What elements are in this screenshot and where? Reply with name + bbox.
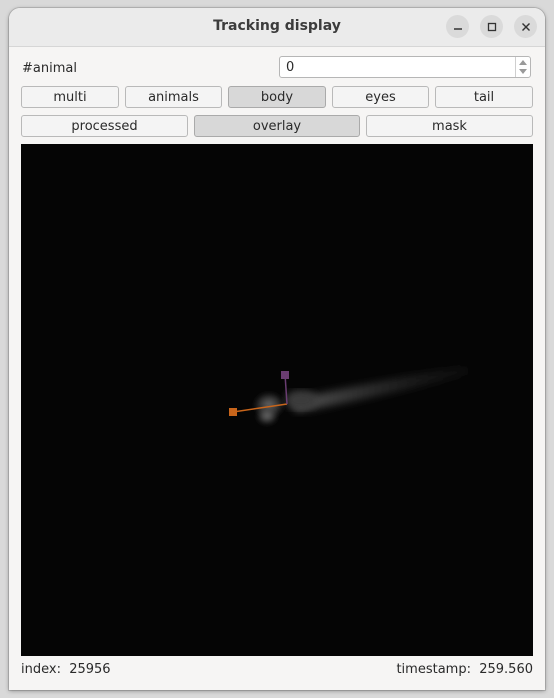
index-label: index: (21, 662, 61, 677)
tracking-overlay-canvas (229, 366, 469, 426)
animals-button[interactable]: animals (125, 86, 222, 108)
minimize-button[interactable] (446, 15, 469, 38)
overlay-button[interactable]: overlay (194, 115, 360, 137)
processed-button[interactable]: processed (21, 115, 188, 137)
minimize-icon (453, 27, 462, 30)
title-bar[interactable]: Tracking display (9, 8, 545, 47)
maximize-icon (487, 22, 496, 31)
animal-spinbox-value[interactable]: 0 (286, 60, 294, 75)
eyes-button[interactable]: eyes (332, 86, 429, 108)
tracking-image-display[interactable] (21, 144, 533, 656)
index-readout: index: 25956 (21, 662, 111, 677)
timestamp-readout: timestamp: 259.560 (396, 662, 533, 677)
maximize-button[interactable] (480, 15, 503, 38)
timestamp-label: timestamp: (396, 662, 471, 677)
close-icon (521, 22, 530, 31)
body-button[interactable]: body (228, 86, 326, 108)
animal-label: #animal (22, 61, 77, 76)
timestamp-value: 259.560 (479, 662, 533, 677)
spin-down-icon[interactable] (519, 69, 527, 74)
spinbox-arrows[interactable] (515, 57, 530, 77)
tail-button[interactable]: tail (435, 86, 533, 108)
multi-button[interactable]: multi (21, 86, 119, 108)
tracking-display-window: Tracking display #animal 0 multi animals… (9, 8, 545, 690)
animal-spinbox[interactable]: 0 (279, 56, 531, 78)
index-value: 25956 (69, 662, 111, 677)
mask-button[interactable]: mask (366, 115, 533, 137)
spin-up-icon[interactable] (519, 60, 527, 65)
close-button[interactable] (514, 15, 537, 38)
